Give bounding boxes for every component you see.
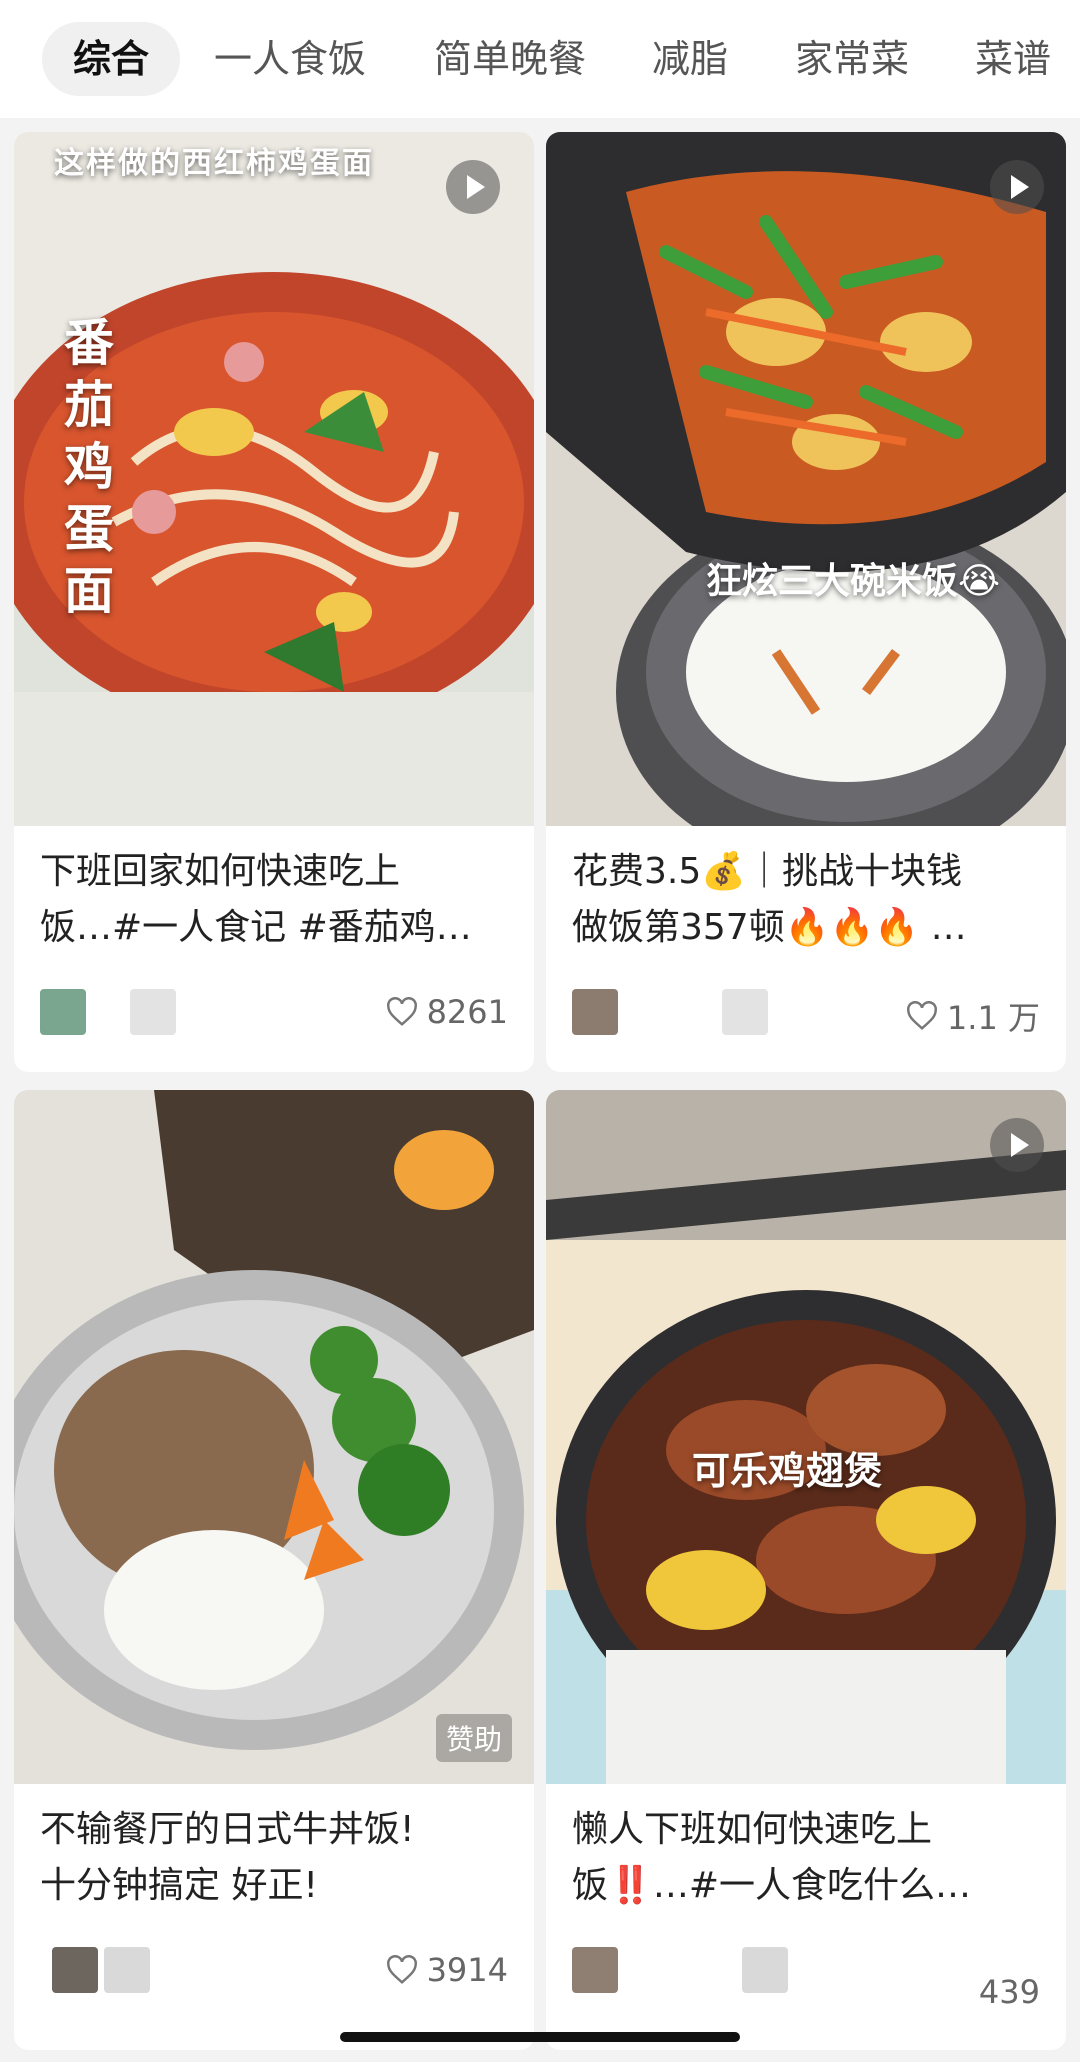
card-title-line: 不输餐厅的日式牛丼饭!	[40, 1809, 415, 1850]
like-count-value: 1.1 万	[946, 999, 1040, 1037]
tab-simple-dinner[interactable]: 简单晚餐	[434, 22, 586, 96]
feed-card[interactable]: 狂炫三大碗米饭😭 花费3.5💰｜挑战十块钱 做饭第357顿🔥🔥🔥 … 1.1 万	[546, 132, 1066, 1072]
like-count[interactable]: 439	[979, 1973, 1040, 2011]
feed-grid: 这样做的西红柿鸡蛋面 番茄鸡蛋面 下班回家如何快速吃上 饭…#一人食记 #番茄鸡…	[0, 118, 1080, 2062]
tab-recipes[interactable]: 菜谱	[975, 22, 1051, 96]
card-cover-image[interactable]: 赞助	[14, 1090, 534, 1784]
sponsored-badge: 赞助	[435, 1714, 512, 1762]
card-cover-image[interactable]: 可乐鸡翅煲	[546, 1090, 1066, 1784]
card-title-line: 下班回家如何快速吃上	[40, 851, 401, 892]
card-cover-image[interactable]: 这样做的西红柿鸡蛋面 番茄鸡蛋面	[14, 132, 534, 826]
card-title-line: 十分钟搞定 好正!	[40, 1865, 318, 1906]
author-avatar[interactable]	[40, 989, 86, 1035]
card-title-line: 懒人下班如何快速吃上	[572, 1809, 933, 1850]
card-title: 懒人下班如何快速吃上 饭‼️…#一人食吃什么…	[572, 1802, 1040, 1914]
card-title: 下班回家如何快速吃上 饭…#一人食记 #番茄鸡…	[40, 844, 508, 956]
feed-card[interactable]: 赞助 不输餐厅的日式牛丼饭! 十分钟搞定 好正! 3914	[14, 1090, 534, 2050]
play-icon	[446, 160, 500, 214]
author-avatar[interactable]	[572, 1947, 618, 1993]
cover-caption: 这样做的西红柿鸡蛋面	[54, 146, 374, 181]
card-title: 不输餐厅的日式牛丼饭! 十分钟搞定 好正!	[40, 1802, 508, 1914]
card-meta: 8261	[40, 989, 508, 1039]
card-cover-image[interactable]: 狂炫三大碗米饭😭	[546, 132, 1066, 826]
tab-home-cooking[interactable]: 家常菜	[795, 22, 909, 96]
like-count[interactable]: 8261	[385, 993, 508, 1031]
card-meta: 1.1 万	[572, 989, 1040, 1039]
card-title-line: 饭‼️…#一人食吃什么…	[572, 1865, 971, 1906]
card-title: 花费3.5💰｜挑战十块钱 做饭第357顿🔥🔥🔥 …	[572, 844, 1040, 956]
author-name-placeholder[interactable]	[130, 989, 176, 1035]
play-icon	[990, 1118, 1044, 1172]
feed-card[interactable]: 这样做的西红柿鸡蛋面 番茄鸡蛋面 下班回家如何快速吃上 饭…#一人食记 #番茄鸡…	[14, 132, 534, 1072]
cover-caption: 可乐鸡翅煲	[692, 1449, 883, 1493]
feed-card[interactable]: 可乐鸡翅煲 懒人下班如何快速吃上 饭‼️…#一人食吃什么… 439	[546, 1090, 1066, 2050]
card-title-line: 做饭第357顿🔥🔥🔥 …	[572, 907, 967, 948]
like-count-value: 8261	[426, 993, 508, 1031]
heart-icon	[386, 1955, 417, 1984]
cover-caption: 狂炫三大碗米饭😭	[706, 561, 1001, 602]
tab-all[interactable]: 综合	[42, 22, 180, 96]
card-title-line: 花费3.5💰｜挑战十块钱	[572, 851, 963, 892]
author-avatar[interactable]	[52, 1947, 98, 1993]
card-title-line: 饭…#一人食记 #番茄鸡…	[40, 907, 472, 948]
author-name-placeholder[interactable]	[742, 1947, 788, 1993]
home-indicator[interactable]	[340, 2032, 740, 2042]
like-count[interactable]: 1.1 万	[905, 993, 1040, 1039]
tab-solo-meal[interactable]: 一人食饭	[214, 22, 366, 96]
like-count[interactable]: 3914	[385, 1951, 508, 1989]
heart-icon	[906, 1001, 937, 1030]
author-avatar[interactable]	[572, 989, 618, 1035]
author-name-placeholder[interactable]	[722, 989, 768, 1035]
author-name-placeholder[interactable]	[104, 1947, 150, 1993]
card-meta: 3914	[40, 1947, 508, 1997]
card-meta: 439	[572, 1947, 1040, 2011]
heart-icon	[386, 997, 417, 1026]
cover-vertical-caption: 番茄鸡蛋面	[64, 314, 114, 620]
category-tab-bar: 综合 一人食饭 简单晚餐 减脂 家常菜 菜谱	[0, 0, 1080, 118]
like-count-value: 439	[978, 1973, 1040, 2011]
tab-fat-loss[interactable]: 减脂	[652, 22, 728, 96]
play-icon	[990, 160, 1044, 214]
like-count-value: 3914	[426, 1951, 508, 1989]
